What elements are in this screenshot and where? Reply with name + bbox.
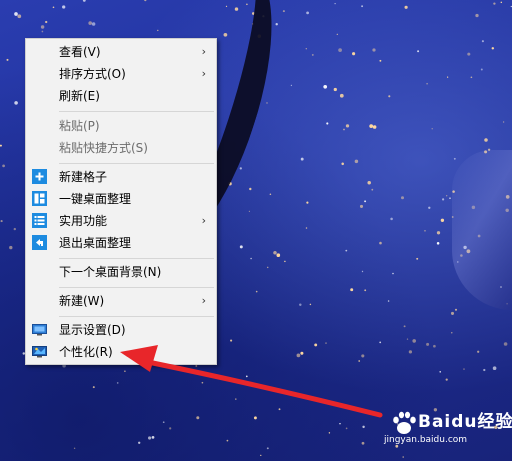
red-annotation-arrow	[120, 345, 383, 418]
watermark-brand: Baidu经验	[418, 412, 512, 432]
watermark-url: jingyan.baidu.com	[384, 435, 468, 445]
baidu-jingyan-watermark: Baidu经验 jingyan.baidu.com	[384, 405, 512, 449]
